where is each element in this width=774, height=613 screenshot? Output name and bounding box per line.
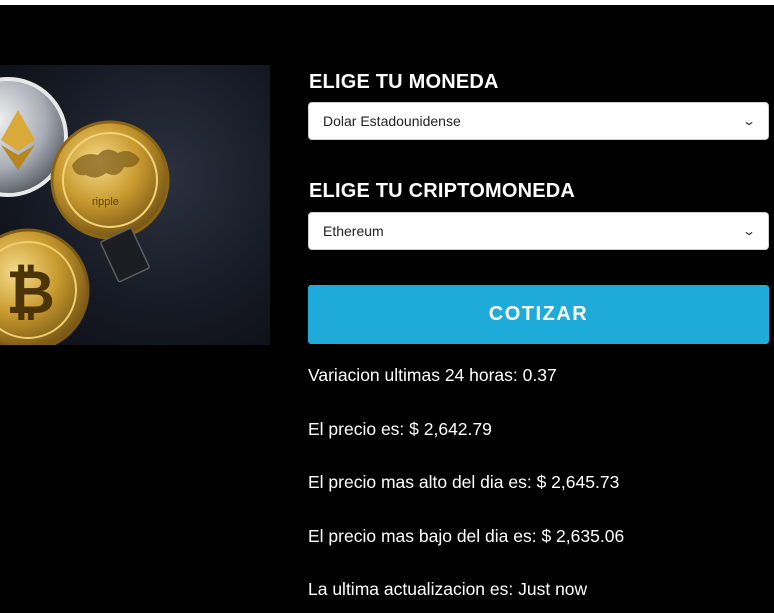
ripple-coin (50, 120, 170, 240)
bitcoin-symbol: ₿ (6, 258, 55, 328)
chevron-down-icon: ⌄ (741, 114, 757, 128)
price: El precio es: $ 2,642.79 (308, 419, 492, 439)
crypto-select[interactable]: Ethereum ⌄ (308, 212, 769, 250)
day-high-price: El precio mas alto del dia es: $ 2,645.7… (308, 472, 620, 492)
crypto-select-value: Ethereum (323, 223, 384, 239)
cotizar-button[interactable]: COTIZAR (308, 285, 769, 344)
currency-select[interactable]: Dolar Estadounidense ⌄ (308, 102, 769, 140)
crypto-label: ELIGE TU CRIPTOMONEDA (309, 180, 576, 202)
day-low-price: El precio mas bajo del dia es: $ 2,635.0… (308, 526, 625, 546)
coins-illustration: ripple ₿ (0, 77, 170, 345)
chevron-down-icon: ⌄ (741, 224, 757, 238)
ripple-text: ripple (92, 196, 119, 208)
top-white-bar (0, 0, 774, 5)
currency-label: ELIGE TU MONEDA (309, 71, 499, 93)
variation-24h: Variacion ultimas 24 horas: 0.37 (308, 365, 557, 385)
currency-select-value: Dolar Estadounidense (323, 113, 461, 129)
last-update: La ultima actualizacion es: Just now (308, 579, 588, 599)
crypto-coins-image: ripple ₿ (0, 65, 270, 345)
